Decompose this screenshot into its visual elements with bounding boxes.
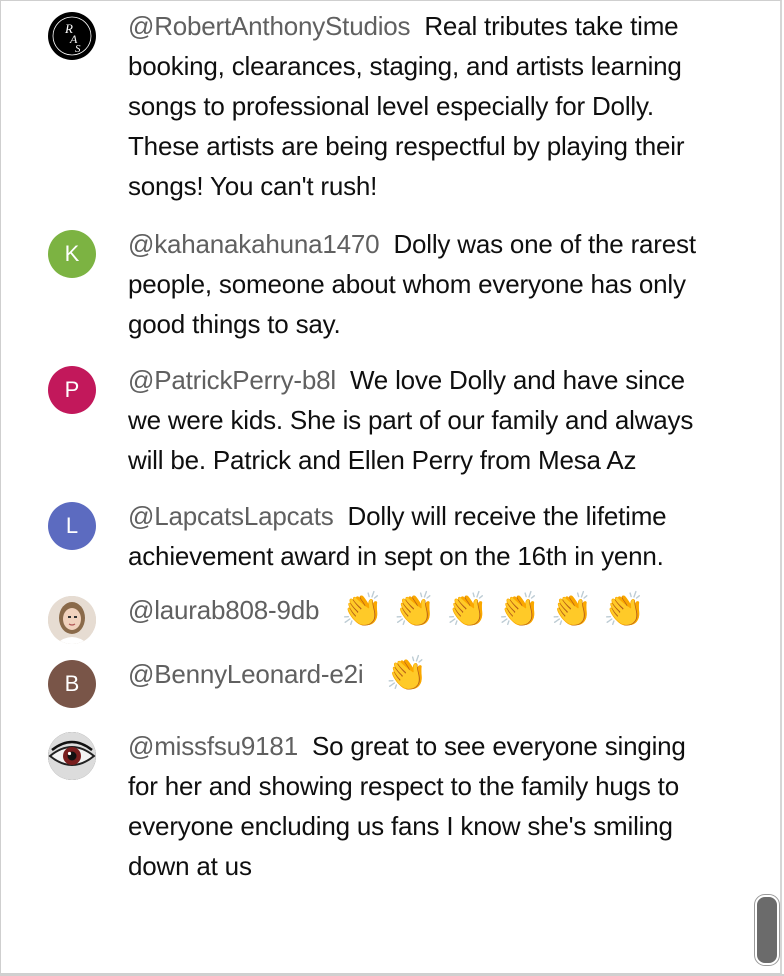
avatar-initial: L (65, 513, 79, 538)
comment-body: @BennyLeonard-e2i 👏 (128, 654, 703, 694)
comment-item: @missfsu9181 So great to see everyone sin… (0, 726, 760, 886)
comment-author-handle[interactable]: @PatrickPerry-b8l (128, 365, 336, 395)
comment-item: B @BennyLeonard-e2i 👏 (0, 654, 760, 708)
user-photo-icon (48, 596, 96, 644)
comment-item: P @PatrickPerry-b8l We love Dolly and hav… (0, 360, 760, 480)
comment-author-handle[interactable]: @RobertAnthonyStudios (128, 11, 411, 41)
avatar[interactable] (48, 732, 96, 780)
studio-logo-icon: R A S (49, 13, 95, 59)
avatar-initial: K (64, 241, 80, 266)
clapping-hands-icon: 👏👏👏👏👏👏 (341, 591, 656, 629)
comment-list: R A S @RobertAnthonyStudios Real tributes… (0, 6, 760, 886)
comment-author-handle[interactable]: @LapcatsLapcats (128, 501, 334, 531)
comment-author-handle[interactable]: @kahanakahuna1470 (128, 229, 380, 259)
avatar-initial: P (64, 377, 80, 402)
comment-item: R A S @RobertAnthonyStudios Real tributes… (0, 6, 760, 206)
comment-body: @PatrickPerry-b8l We love Dolly and have … (128, 360, 703, 480)
avatar[interactable]: R A S (48, 12, 96, 60)
comment-item: K @kahanakahuna1470 Dolly was one of the … (0, 224, 760, 344)
avatar[interactable] (48, 596, 96, 644)
comment-body: @kahanakahuna1470 Dolly was one of the ra… (128, 224, 703, 344)
comment-body: @RobertAnthonyStudios Real tributes take … (128, 6, 703, 206)
clapping-hands-icon: 👏 (385, 655, 438, 693)
avatar[interactable]: P (48, 366, 96, 414)
avatar[interactable]: K (48, 230, 96, 278)
comment-author-handle[interactable]: @missfsu9181 (128, 731, 298, 761)
comment-author-handle[interactable]: @laurab808-9db (128, 595, 319, 625)
comment-item: L @LapcatsLapcats Dolly will receive the … (0, 496, 760, 576)
comment-body: @missfsu9181 So great to see everyone sin… (128, 726, 703, 886)
scrollbar-thumb[interactable] (755, 895, 779, 965)
eye-photo-icon (48, 732, 96, 780)
comment-body: @LapcatsLapcats Dolly will receive the li… (128, 496, 703, 576)
comment-item: @laurab808-9db 👏👏👏👏👏👏 (0, 590, 760, 644)
avatar-initial: B (64, 671, 80, 696)
svg-text:S: S (75, 43, 81, 55)
comment-body: @laurab808-9db 👏👏👏👏👏👏 (128, 590, 703, 630)
avatar[interactable]: L (48, 502, 96, 550)
comment-author-handle[interactable]: @BennyLeonard-e2i (128, 659, 364, 689)
avatar[interactable]: B (48, 660, 96, 708)
